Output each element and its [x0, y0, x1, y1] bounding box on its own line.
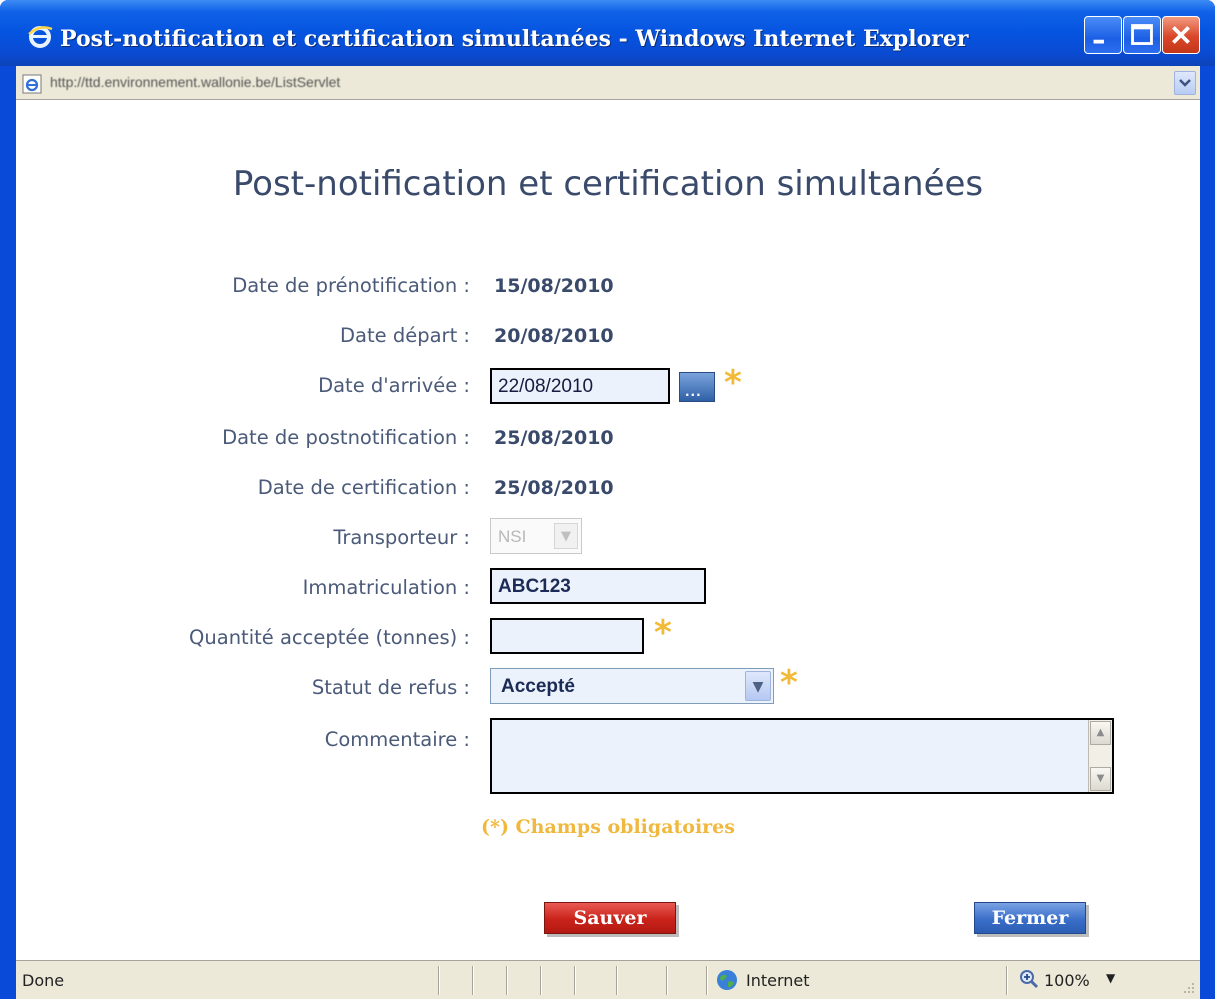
security-zone: Internet	[746, 971, 810, 990]
status-divider	[438, 966, 440, 995]
status-bar: Done Internet 100% ▼	[16, 960, 1200, 999]
status-divider	[706, 966, 708, 995]
postnotification-date-label: Date de postnotification :	[222, 426, 470, 449]
certification-date-value: 25/08/2010	[494, 477, 614, 499]
registration-input[interactable]: ABC123	[490, 568, 706, 604]
save-button[interactable]: Sauver	[544, 902, 676, 934]
status-text: Done	[22, 971, 65, 990]
page-title: Post-notification et certification simul…	[232, 164, 984, 204]
comment-scrollbar[interactable]: ▲ ▼	[1088, 720, 1112, 792]
status-divider	[540, 966, 542, 995]
carrier-select: NSI ▼	[490, 518, 582, 554]
address-bar[interactable]: http://ttd.environnement.wallonie.be/Lis…	[16, 66, 1200, 100]
status-divider	[472, 966, 474, 995]
refusal-status-select[interactable]: Accepté ▼	[490, 668, 774, 704]
arrival-date-label: Date d'arrivée :	[318, 374, 470, 397]
address-dropdown-button[interactable]	[1174, 71, 1196, 95]
carrier-select-value: NSI	[498, 527, 527, 546]
zoom-dropdown-icon[interactable]: ▼	[1106, 971, 1115, 985]
ie-logo-icon	[28, 26, 53, 48]
arrival-date-input[interactable]: 22/08/2010	[490, 368, 670, 404]
status-divider	[574, 966, 576, 995]
window-title: Post-notification et certification simul…	[60, 26, 969, 52]
browser-window: Post-notification et certification simul…	[0, 0, 1215, 999]
registration-label: Immatriculation :	[302, 576, 470, 599]
refusal-status-label: Statut de refus :	[311, 676, 470, 699]
status-divider	[666, 966, 668, 995]
certification-date-label: Date de certification :	[257, 476, 470, 499]
prenotification-date-value: 15/08/2010	[494, 275, 614, 297]
close-icon	[1172, 26, 1190, 44]
calendar-button[interactable]: ...	[679, 372, 715, 402]
zoom-icon[interactable]	[1019, 969, 1039, 989]
accepted-quantity-input[interactable]	[490, 618, 644, 654]
chevron-down-icon: ▼	[554, 523, 578, 549]
required-marker: *	[654, 613, 672, 653]
maximize-icon	[1131, 24, 1153, 45]
status-divider	[1006, 966, 1008, 995]
chevron-down-icon[interactable]: ▼	[745, 671, 771, 701]
departure-date-value: 20/08/2010	[494, 325, 614, 347]
page-content: Post-notification et certification simul…	[16, 100, 1200, 960]
close-button[interactable]: Fermer	[974, 902, 1086, 934]
minimize-button[interactable]	[1084, 16, 1122, 54]
title-bar[interactable]: Post-notification et certification simul…	[0, 0, 1215, 66]
status-divider	[506, 966, 508, 995]
postnotification-date-value: 25/08/2010	[494, 427, 614, 449]
required-marker: *	[780, 663, 798, 703]
status-divider	[616, 966, 618, 995]
zoom-level[interactable]: 100%	[1044, 971, 1090, 990]
address-url[interactable]: http://ttd.environnement.wallonie.be/Lis…	[50, 74, 340, 90]
maximize-button[interactable]	[1123, 16, 1161, 54]
minimize-icon	[1093, 39, 1104, 44]
globe-icon	[717, 970, 737, 990]
departure-date-label: Date départ :	[340, 324, 470, 347]
close-window-button[interactable]	[1162, 16, 1200, 54]
prenotification-date-label: Date de prénotification :	[232, 274, 470, 297]
required-fields-note: (*) Champs obligatoires	[481, 816, 735, 838]
scroll-down-icon[interactable]: ▼	[1090, 767, 1111, 791]
refusal-status-value: Accepté	[501, 676, 575, 697]
calendar-button-label: ...	[685, 385, 702, 399]
comment-textarea[interactable]: ▲ ▼	[490, 718, 1114, 794]
comment-label: Commentaire :	[324, 728, 470, 751]
required-marker: *	[724, 363, 742, 403]
chevron-down-icon	[1179, 79, 1191, 87]
page-icon	[22, 74, 42, 94]
resize-grip-icon[interactable]	[1180, 979, 1196, 995]
accepted-quantity-label: Quantité acceptée (tonnes) :	[189, 626, 470, 649]
scroll-up-icon[interactable]: ▲	[1090, 721, 1111, 745]
carrier-label: Transporteur :	[333, 526, 470, 549]
